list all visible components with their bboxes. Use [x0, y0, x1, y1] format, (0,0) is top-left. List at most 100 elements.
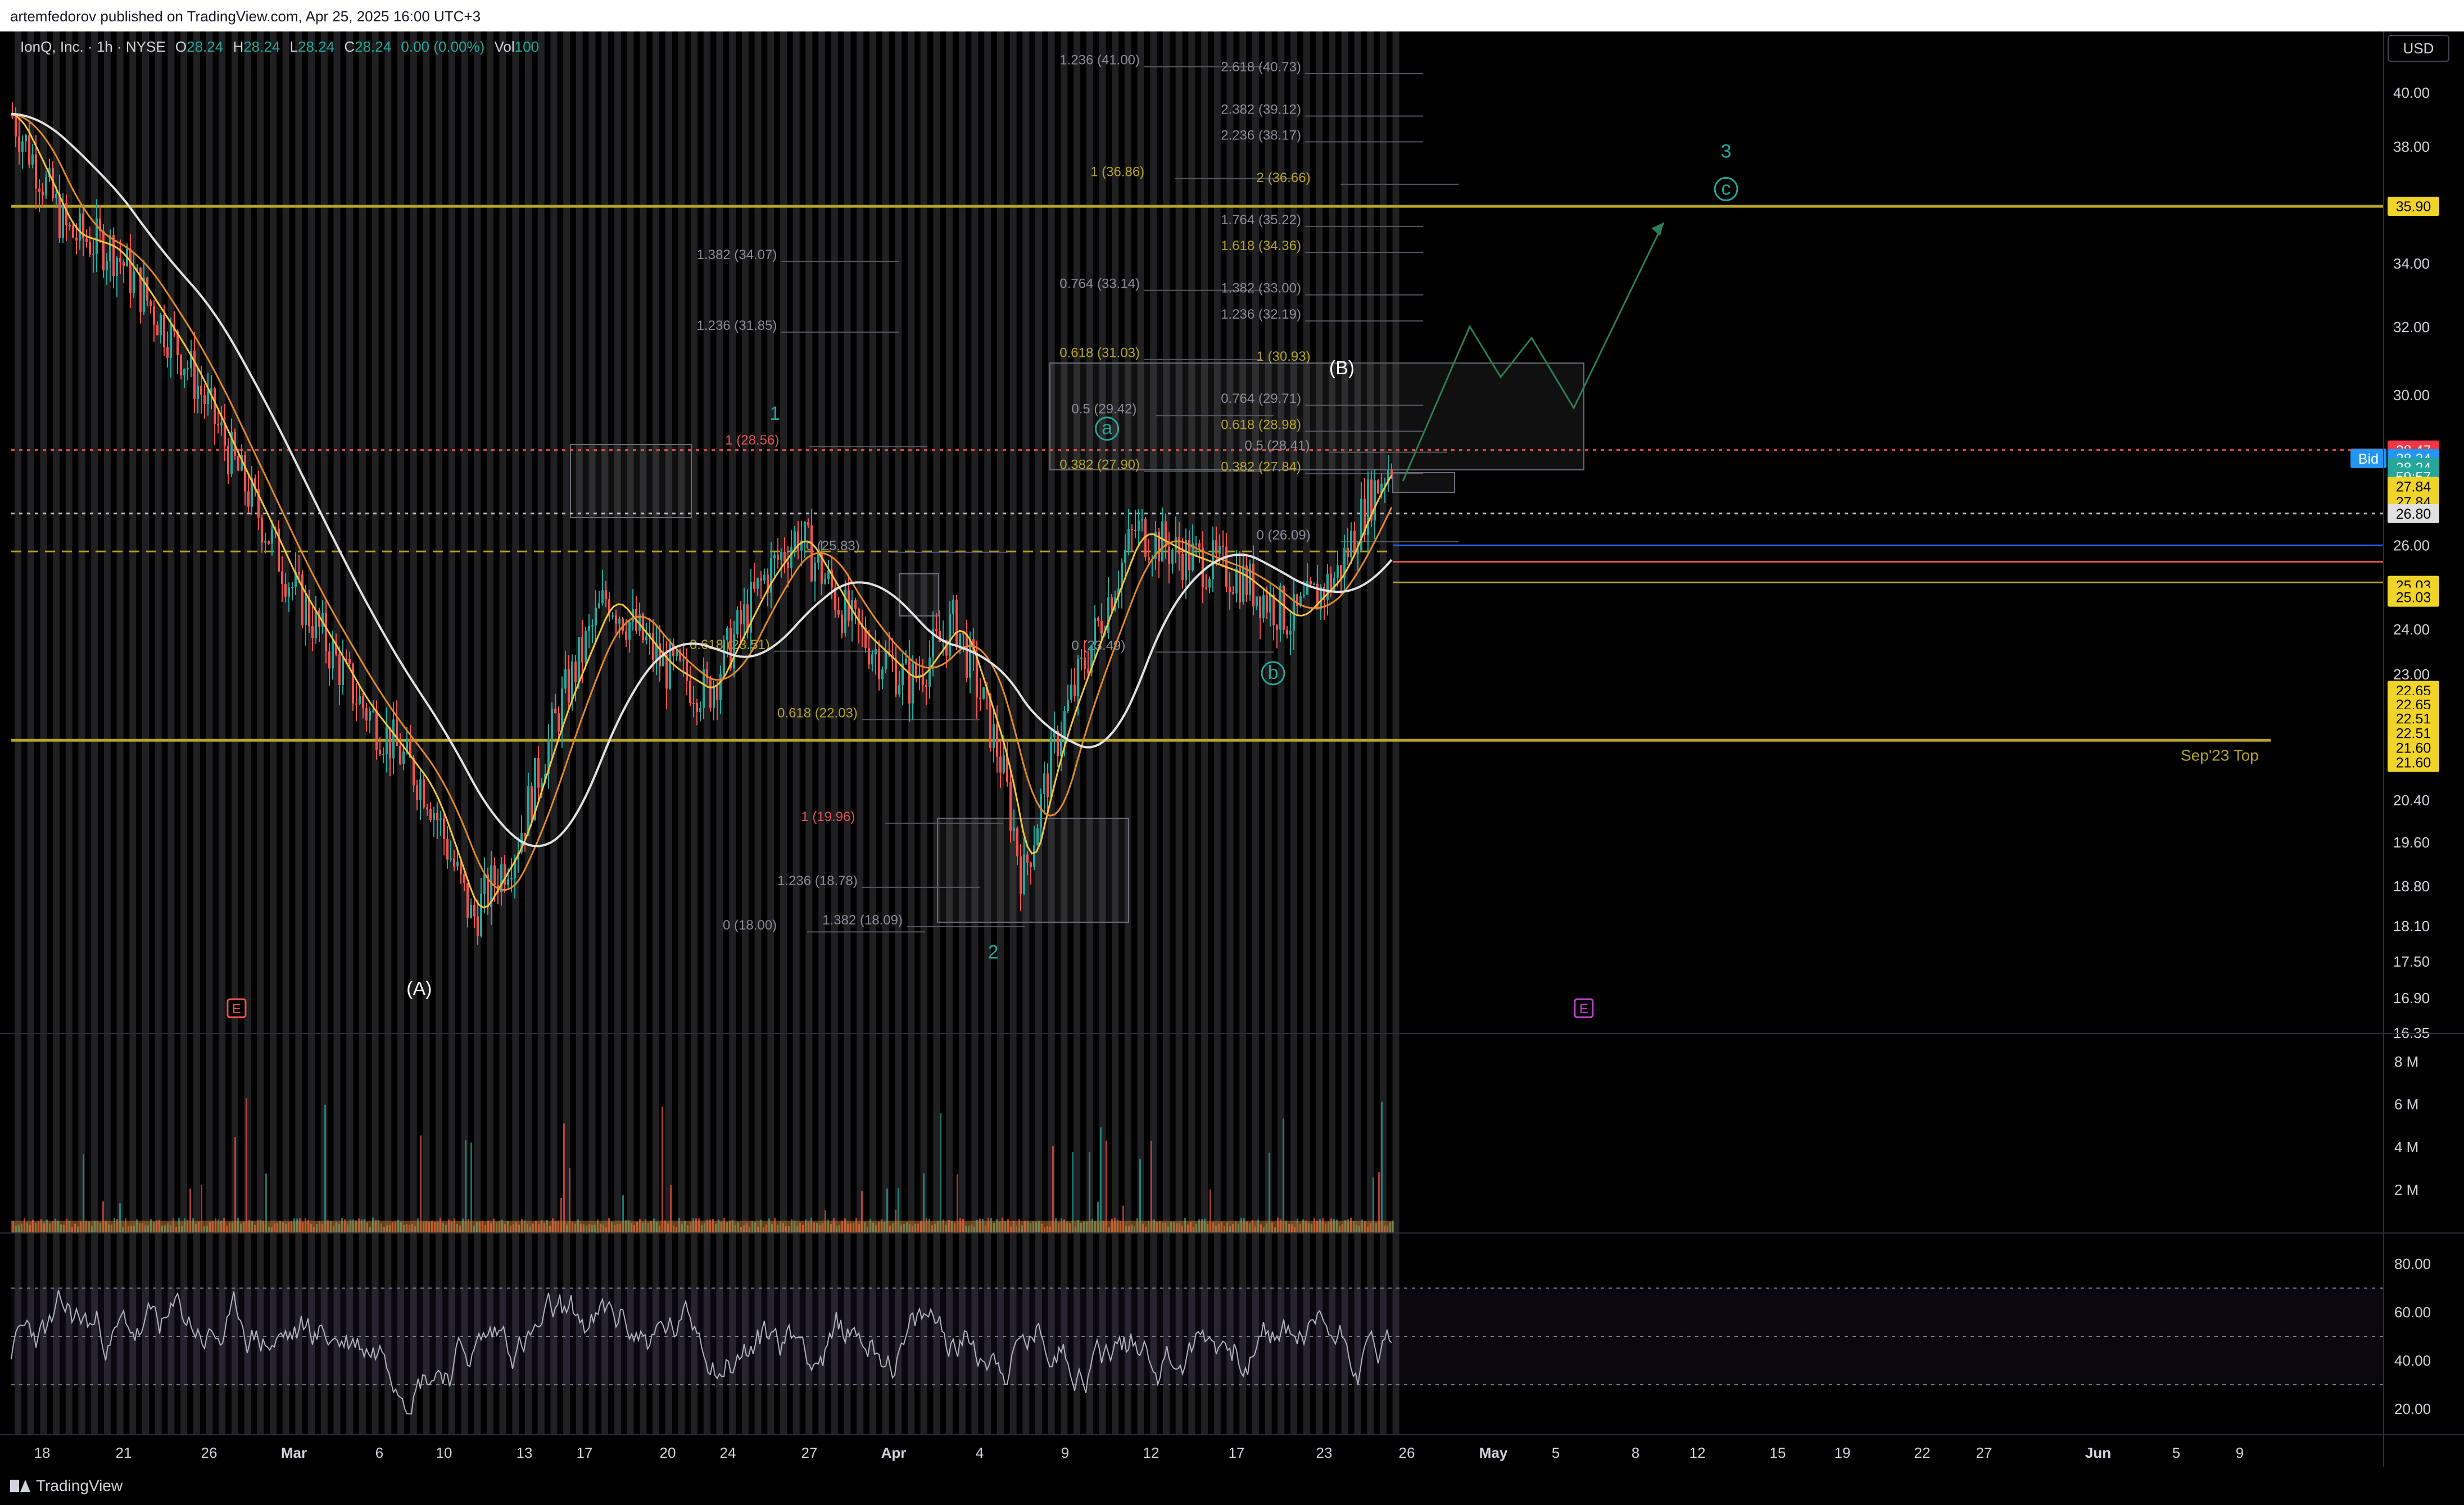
- fib-box: [937, 818, 1129, 923]
- time-tick: 19: [1835, 1444, 1851, 1461]
- candle-body: [1259, 596, 1261, 618]
- wave-label: a: [1102, 418, 1112, 439]
- tradingview-brand[interactable]: TradingView: [10, 1477, 123, 1495]
- candle-body: [443, 818, 445, 839]
- candle-body: [396, 719, 398, 746]
- candle-body: [1256, 596, 1258, 606]
- candle-body: [1269, 595, 1271, 613]
- candle-body: [982, 687, 985, 699]
- candle-body: [1242, 565, 1244, 602]
- candle-body: [1026, 854, 1029, 863]
- candle-body: [359, 696, 361, 704]
- candle-body: [1266, 595, 1268, 613]
- candle-body: [1087, 669, 1089, 673]
- candle-body: [1097, 618, 1099, 621]
- candle-body: [797, 531, 799, 551]
- candle-body: [426, 807, 428, 809]
- candle-body: [777, 554, 779, 560]
- candle-body: [1306, 581, 1308, 595]
- candle-body: [291, 587, 293, 588]
- candle-body: [180, 355, 182, 376]
- candle-body: [618, 618, 620, 624]
- volume-bar: [662, 1107, 663, 1232]
- candle-body: [203, 395, 206, 405]
- candle-body: [85, 238, 88, 242]
- candle-body: [645, 636, 647, 641]
- candle-body: [433, 813, 435, 820]
- candle-body: [824, 579, 826, 584]
- fib-label: 1.764 (35.22): [1221, 212, 1301, 228]
- candle-body: [325, 613, 327, 652]
- candle-body: [564, 669, 567, 689]
- candle-body: [170, 324, 172, 358]
- candle-body: [510, 878, 513, 880]
- candle-body: [1003, 755, 1005, 773]
- candle-body: [588, 625, 590, 631]
- candle-body: [1208, 579, 1211, 588]
- candle-body: [473, 905, 475, 917]
- candle-body: [868, 648, 870, 665]
- volume-bar: [563, 1123, 565, 1232]
- price-chart[interactable]: Sep'23 Top 1.236 (41.00) 2.618 (40.73) 2.3…: [0, 31, 2464, 1467]
- volume-bar: [1089, 1152, 1090, 1232]
- candle-body: [871, 654, 873, 665]
- candle-body: [1094, 618, 1096, 645]
- candle-body: [979, 697, 981, 699]
- volume-bar: [1100, 1127, 1102, 1232]
- candle-body: [605, 590, 607, 600]
- volume-bar: [1106, 1140, 1107, 1232]
- candle-body: [1063, 711, 1066, 740]
- candle-body: [305, 597, 307, 625]
- time-tick: 23: [1316, 1444, 1333, 1461]
- publish-header: artemfedorov published on TradingView.co…: [0, 0, 2464, 31]
- currency-selector[interactable]: USD: [2388, 35, 2449, 62]
- candle-body: [372, 710, 374, 712]
- candle-body: [450, 858, 452, 860]
- volume-bar: [324, 1104, 326, 1232]
- candle-body: [466, 882, 469, 918]
- wave-label: b: [1268, 662, 1279, 683]
- volume-bar: [1269, 1153, 1270, 1232]
- candle-body: [129, 249, 132, 293]
- candle-body: [558, 713, 560, 732]
- candle-body: [790, 547, 792, 568]
- candle-body: [723, 640, 725, 674]
- price-tick: 18.80: [2393, 878, 2430, 895]
- volume-bar: [465, 1140, 466, 1232]
- time-tick: 20: [660, 1444, 676, 1461]
- candle-body: [348, 659, 351, 664]
- candle-body: [1185, 540, 1187, 581]
- candle-body: [740, 609, 742, 624]
- candle-body: [743, 604, 745, 624]
- candle-body: [1350, 531, 1352, 557]
- price-tick: 23.00: [2393, 666, 2430, 683]
- fib-box: [899, 573, 939, 616]
- change-value: 0.00 (0.00%): [401, 38, 485, 55]
- candle-body: [1195, 543, 1197, 545]
- time-tick: 15: [1770, 1444, 1786, 1461]
- high-value: 28.24: [243, 38, 280, 55]
- price-tick: 38.00: [2393, 138, 2430, 155]
- candle-body: [1134, 529, 1136, 531]
- footer: TradingView: [0, 1467, 2464, 1505]
- candle-body: [244, 455, 246, 492]
- candle-body: [595, 608, 597, 625]
- wave-label: 2: [988, 942, 999, 963]
- time-tick: 17: [577, 1444, 593, 1461]
- candle-body: [1131, 529, 1133, 531]
- candle-body: [726, 628, 728, 640]
- candle-body: [763, 574, 766, 581]
- candle-body: [719, 674, 722, 700]
- candle-body: [92, 253, 94, 255]
- candle-body: [537, 758, 540, 788]
- candle-body: [338, 654, 341, 686]
- candle-body: [949, 614, 951, 656]
- time-tick: 24: [720, 1444, 736, 1461]
- candle-body: [288, 587, 290, 597]
- candle-body: [55, 193, 57, 198]
- close-value: 28.24: [355, 38, 392, 55]
- candle-body: [58, 193, 61, 238]
- price-badge-text: 25.03: [2396, 590, 2431, 606]
- fib-label: 1 (19.96): [801, 809, 855, 824]
- candle-body: [31, 154, 34, 165]
